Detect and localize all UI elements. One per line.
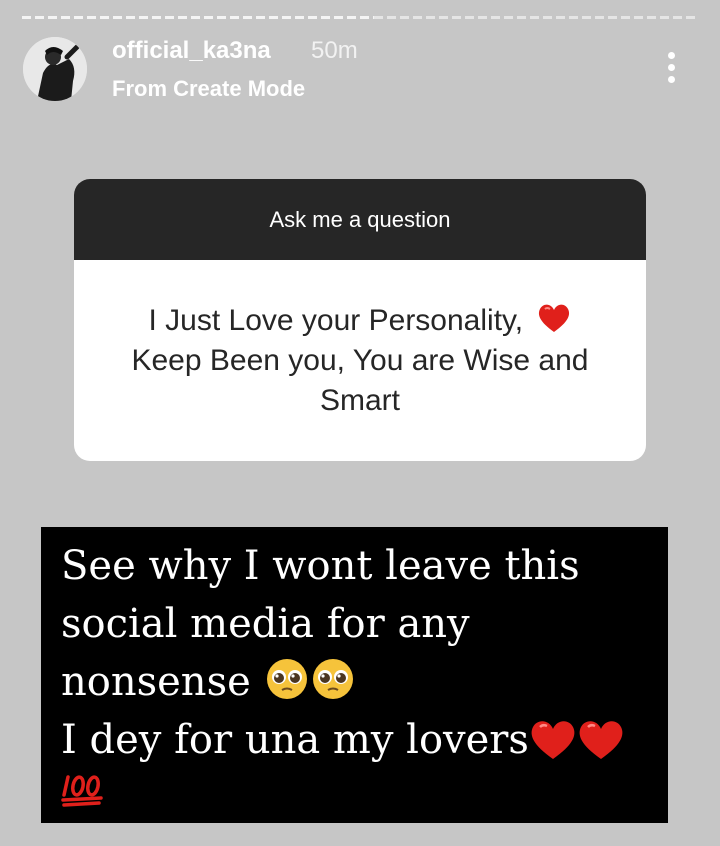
pleading-face-icon	[267, 659, 308, 699]
avatar[interactable]	[23, 37, 87, 101]
story-progress-bar	[22, 16, 698, 19]
answer-text-line2: Keep Been you, You are Wise and Smart	[131, 343, 589, 417]
dot	[668, 64, 675, 71]
progress-remaining-segment	[373, 16, 698, 19]
red-heart-icon	[531, 721, 575, 759]
more-options-icon[interactable]	[650, 44, 694, 88]
hundred-points-icon	[61, 775, 103, 807]
question-sticker-title: Ask me a question	[74, 179, 646, 260]
question-sticker-answer: I Just Love your Personality, Keep Been …	[74, 260, 646, 461]
dot	[668, 52, 675, 59]
red-heart-icon	[539, 304, 570, 332]
caption-line-1: See why I wont leave this	[61, 543, 580, 589]
username[interactable]: official_ka3na	[112, 37, 271, 65]
story-subtitle: From Create Mode	[112, 76, 306, 101]
question-sticker[interactable]: Ask me a question I Just Love your Perso…	[74, 179, 646, 461]
caption-line-3: nonsense	[61, 653, 668, 711]
red-heart-icon	[579, 721, 623, 759]
caption-line-3-text: nonsense	[61, 659, 251, 705]
pleading-face-icon	[313, 659, 354, 699]
dot	[668, 76, 675, 83]
caption-line-4-text: I dey for una my lovers	[61, 717, 529, 763]
caption-line-4: I dey for una my lovers	[61, 711, 668, 769]
caption-line-2: social media for any	[61, 601, 470, 647]
story-caption: See why I wont leave this social media f…	[41, 527, 668, 823]
profile-photo	[23, 37, 87, 101]
answer-text-line1: I Just Love your Personality,	[148, 303, 532, 337]
post-time: 50m	[311, 37, 358, 64]
progress-seen-segment	[22, 16, 374, 19]
